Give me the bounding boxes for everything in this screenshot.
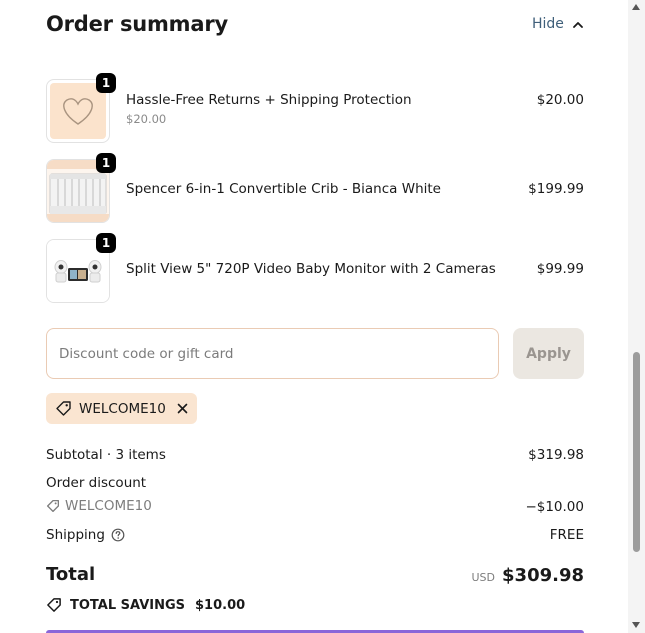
scroll-up-arrow-icon[interactable] <box>632 4 640 10</box>
close-icon <box>177 403 188 414</box>
subtotal-value: $319.98 <box>528 447 584 463</box>
shipping-value: FREE <box>549 527 584 543</box>
item-name: Split View 5" 720P Video Baby Monitor wi… <box>126 261 496 277</box>
remove-discount-button[interactable] <box>177 403 188 414</box>
applied-discount-chip: WELCOME10 <box>46 393 197 424</box>
tag-icon <box>47 598 61 612</box>
total-amount-group: USD $309.98 <box>472 565 585 586</box>
help-circle-icon[interactable] <box>111 528 125 542</box>
discount-code-input[interactable] <box>46 328 499 379</box>
hide-summary-toggle[interactable]: Hide <box>532 16 583 32</box>
chevron-up-icon <box>573 21 583 28</box>
order-discount-value: −$10.00 <box>525 499 584 515</box>
item-name: Hassle-Free Returns + Shipping Protectio… <box>126 92 412 108</box>
shipping-label: Shipping <box>46 527 105 543</box>
item-price: $199.99 <box>528 181 584 197</box>
order-summary-panel: Order summary Hide 1 Hassle-Free Returns… <box>0 0 628 633</box>
total-amount: $309.98 <box>502 565 584 586</box>
scrollbar-thumb[interactable] <box>633 352 640 552</box>
total-label: Total <box>46 564 96 585</box>
total-savings-label: TOTAL SAVINGS <box>70 597 186 613</box>
item-name: Spencer 6-in-1 Convertible Crib - Bianca… <box>126 181 441 197</box>
currency-code: USD <box>471 571 496 584</box>
line-item: 1 Hassle-Free Returns + Shipping Protect… <box>46 73 584 145</box>
order-discount-code: WELCOME10 <box>46 498 152 514</box>
quantity-badge: 1 <box>96 73 116 93</box>
total-savings-amount: $10.00 <box>195 597 246 613</box>
quantity-badge: 1 <box>96 153 116 173</box>
line-item: 1 Spencer 6-in-1 Convertible Crib - Bian… <box>46 153 584 225</box>
order-summary-title: Order summary <box>46 12 228 36</box>
item-price: $20.00 <box>536 92 584 108</box>
order-discount-code-text: WELCOME10 <box>65 498 152 514</box>
item-price: $99.99 <box>536 261 584 277</box>
line-item: 1 Split View 5" 720P Video Baby Monitor … <box>46 233 584 305</box>
applied-discount-code: WELCOME10 <box>79 400 166 417</box>
hide-toggle-label: Hide <box>532 16 564 32</box>
total-savings: TOTAL SAVINGS $10.00 <box>46 597 245 613</box>
apply-discount-button[interactable]: Apply <box>513 328 584 379</box>
subtotal-label: Subtotal · 3 items <box>46 447 166 463</box>
shipping-label-group: Shipping <box>46 527 125 543</box>
item-unit-price: $20.00 <box>126 112 167 126</box>
tag-icon <box>56 401 71 416</box>
order-discount-label: Order discount <box>46 475 147 491</box>
scrollbar[interactable] <box>628 0 645 633</box>
tag-icon <box>46 499 60 513</box>
scroll-down-arrow-icon[interactable] <box>632 622 640 628</box>
quantity-badge: 1 <box>96 233 116 253</box>
